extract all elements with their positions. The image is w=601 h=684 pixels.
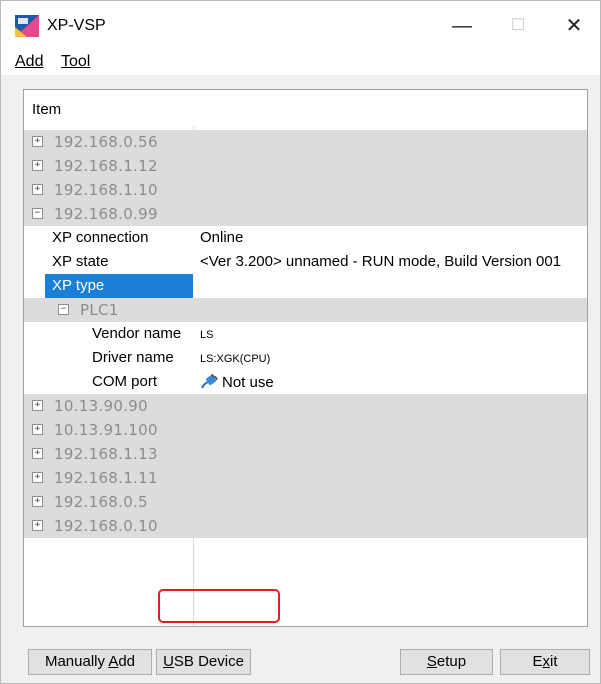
property-row[interactable]: Vendor name LS xyxy=(24,322,587,347)
node-label: 192.168.1.11 xyxy=(54,469,158,487)
btn-text: dd xyxy=(118,653,136,670)
close-button[interactable]: ✕ xyxy=(544,7,601,45)
tree-node[interactable]: + 192.168.1.10 xyxy=(24,178,587,202)
property-key: XP state xyxy=(52,253,109,270)
manually-add-button[interactable]: Manually Add xyxy=(28,649,152,675)
menu-add-label: Add xyxy=(15,53,44,70)
menu-tool-label: Tool xyxy=(61,53,91,70)
property-value: LS xyxy=(200,329,214,341)
tree-node-plc[interactable]: − PLC1 xyxy=(24,298,587,322)
expand-icon[interactable]: + xyxy=(32,424,43,435)
app-icon xyxy=(15,15,39,37)
node-label: 192.168.0.56 xyxy=(54,133,158,151)
property-row[interactable]: XP connection Online xyxy=(24,226,587,251)
minimize-button[interactable]: — xyxy=(432,7,492,45)
window-title: XP-VSP xyxy=(47,17,106,34)
list-header: Item xyxy=(24,90,587,126)
header-item: Item xyxy=(32,101,62,118)
btn-mnemonic: S xyxy=(426,653,437,670)
expand-icon[interactable]: + xyxy=(32,400,43,411)
btn-text: Manually xyxy=(44,653,109,670)
property-value-wrap: Not use xyxy=(200,373,274,391)
node-label: 192.168.1.10 xyxy=(54,181,158,199)
btn-mnemonic: A xyxy=(108,653,119,670)
menu-tool[interactable]: Tool xyxy=(61,53,90,71)
tree-node[interactable]: − 192.168.0.99 xyxy=(24,202,587,226)
expand-icon[interactable]: + xyxy=(32,448,43,459)
property-value: Online xyxy=(200,229,244,246)
tree-node[interactable]: + 192.168.1.11 xyxy=(24,466,587,490)
tree-node[interactable]: + 192.168.1.13 xyxy=(24,442,587,466)
collapse-icon[interactable]: − xyxy=(58,304,69,315)
node-label: 192.168.1.12 xyxy=(54,157,158,175)
expand-icon[interactable]: + xyxy=(32,496,43,507)
menu-bar: Add Tool xyxy=(1,49,600,75)
tree-node[interactable]: + 192.168.0.5 xyxy=(24,490,587,514)
expand-icon[interactable]: + xyxy=(32,136,43,147)
property-key: Driver name xyxy=(92,349,174,366)
tree-node[interactable]: + 192.168.0.10 xyxy=(24,514,587,538)
main-window: XP-VSP — ☐ ✕ Add Tool Item + 192.168.0.5… xyxy=(0,0,601,684)
plug-icon xyxy=(201,373,218,389)
btn-mnemonic: U xyxy=(163,653,174,670)
node-label: 192.168.0.99 xyxy=(54,205,158,223)
tree-node[interactable]: + 10.13.90.90 xyxy=(24,394,587,418)
collapse-icon[interactable]: − xyxy=(32,208,43,219)
expand-icon[interactable]: + xyxy=(32,184,43,195)
usb-device-button[interactable]: USB Device xyxy=(156,649,251,675)
btn-text: it xyxy=(550,653,558,670)
btn-text: E xyxy=(532,653,543,670)
expand-icon[interactable]: + xyxy=(32,160,43,171)
com-port-value: Not use xyxy=(222,374,274,391)
exit-button[interactable]: Exit xyxy=(500,649,590,675)
title-bar[interactable]: XP-VSP — ☐ ✕ xyxy=(1,1,600,49)
property-value: <Ver 3.200> unnamed - RUN mode, Build Ve… xyxy=(200,253,562,270)
maximize-button[interactable]: ☐ xyxy=(488,7,548,45)
property-row[interactable]: Driver name LS:XGK(CPU) xyxy=(24,346,587,371)
highlight-annotation-box xyxy=(158,589,280,623)
tree-node[interactable]: + 10.13.91.100 xyxy=(24,418,587,442)
property-key: COM port xyxy=(92,373,158,390)
property-key: XP connection xyxy=(52,229,149,246)
node-label: 192.168.0.5 xyxy=(54,493,148,511)
node-label: 10.13.90.90 xyxy=(54,397,148,415)
setup-button[interactable]: Setup xyxy=(400,649,493,675)
property-key: XP type xyxy=(52,277,105,294)
node-label: PLC1 xyxy=(80,301,119,319)
property-row[interactable]: XP state <Ver 3.200> unnamed - RUN mode,… xyxy=(24,250,587,275)
node-label: 192.168.1.13 xyxy=(54,445,158,463)
property-value: LS:XGK(CPU) xyxy=(200,353,271,365)
menu-add[interactable]: Add xyxy=(15,53,43,71)
node-label: 192.168.0.10 xyxy=(54,517,158,535)
tree-node[interactable]: + 192.168.0.56 xyxy=(24,130,587,154)
expand-icon[interactable]: + xyxy=(32,520,43,531)
device-tree-list[interactable]: Item + 192.168.0.56 + 192.168.1.12 + 192… xyxy=(23,89,588,627)
expand-icon[interactable]: + xyxy=(32,472,43,483)
btn-mnemonic: x xyxy=(542,653,551,670)
property-row-selected[interactable]: XP type xyxy=(24,274,587,299)
node-label: 10.13.91.100 xyxy=(54,421,158,439)
property-key: Vendor name xyxy=(92,325,182,342)
btn-text: SB Device xyxy=(173,653,244,670)
tree-node[interactable]: + 192.168.1.12 xyxy=(24,154,587,178)
btn-text: etup xyxy=(436,653,467,670)
property-row[interactable]: COM port Not use xyxy=(24,370,587,395)
